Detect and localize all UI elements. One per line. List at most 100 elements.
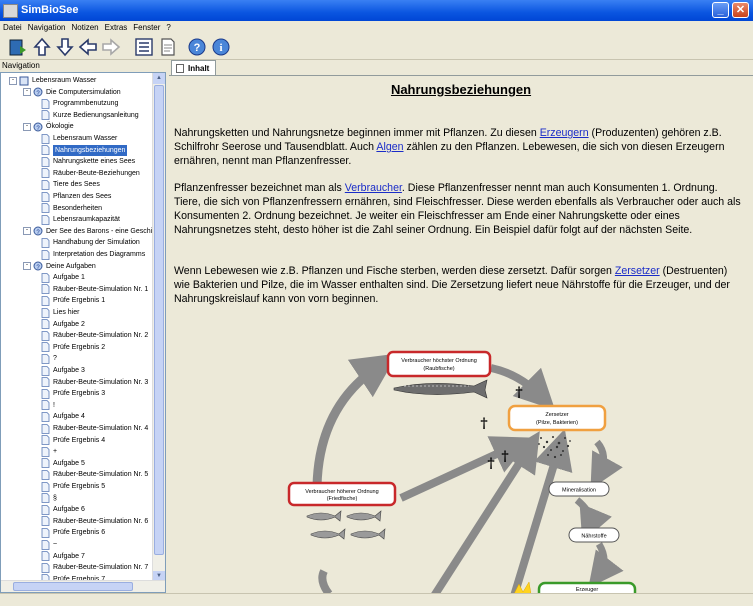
expander-icon[interactable]: - — [23, 262, 31, 271]
tree-item[interactable]: Tiere des Sees — [41, 179, 100, 190]
box-top-line1: Verbraucher höchster Ordnung — [401, 358, 477, 364]
tree-item-label: Räuber-Beute-Simulation Nr. 4 — [53, 425, 149, 432]
expander-icon[interactable]: - — [9, 76, 17, 85]
tree-item[interactable]: -? Ökologie — [23, 121, 74, 132]
info-icon[interactable]: i — [211, 37, 231, 57]
tree-item[interactable]: Räuber-Beute-Simulation Nr. 1 — [41, 284, 148, 295]
tree-item[interactable]: + — [41, 446, 57, 457]
tree-item[interactable]: Aufgabe 1 — [41, 272, 85, 283]
arrow-up-icon[interactable] — [32, 37, 52, 57]
tree-item[interactable]: Prüfe Ergebnis 1 — [41, 295, 105, 306]
minimize-button[interactable]: _ — [712, 2, 729, 18]
tree-item[interactable]: -? Deine Aufgaben — [23, 261, 96, 272]
arrow-left-icon[interactable] — [78, 37, 98, 57]
tree-item[interactable]: Pflanzen des Sees — [41, 191, 111, 202]
tree-item[interactable]: Prüfe Ergebnis 2 — [41, 342, 105, 353]
expander-icon[interactable]: - — [23, 122, 31, 131]
hscroll-thumb[interactable] — [13, 582, 133, 591]
page-icon — [41, 446, 50, 457]
tree-item[interactable]: Lebensraumkapazität — [41, 214, 120, 225]
page-icon — [41, 168, 50, 179]
tree-item[interactable]: Interpretation des Diagramms — [41, 249, 145, 260]
tree-item[interactable]: - Lebensraum Wasser — [9, 75, 96, 86]
tree-item-label: ! — [53, 401, 55, 409]
tree-item[interactable]: Nahrungsbeziehungen — [41, 144, 128, 156]
page-icon — [41, 458, 50, 469]
horizontal-scrollbar[interactable] — [1, 580, 165, 592]
tree-item[interactable]: ? — [41, 353, 57, 364]
tree-item[interactable]: Programmbenutzung — [41, 98, 118, 109]
tab-label: Inhalt — [188, 64, 210, 73]
tab-bar: Inhalt — [169, 60, 753, 76]
tree-item[interactable]: -? Die Computersimulation — [23, 87, 121, 98]
arrow-naehr-to-erzeuger — [588, 542, 624, 588]
book-icon[interactable] — [8, 37, 28, 57]
arrow-erzeuger-to-zersetzer — [430, 431, 540, 594]
menu-navigation[interactable]: Navigation — [25, 21, 69, 35]
tree-item[interactable]: Nahrungskette eines Sees — [41, 156, 135, 167]
menu-datei[interactable]: Datei — [0, 21, 25, 35]
arrow-down-icon[interactable] — [55, 37, 75, 57]
menu-fenster[interactable]: Fenster — [130, 21, 163, 35]
menu-extras[interactable]: Extras — [102, 21, 131, 35]
page-icon — [41, 249, 50, 260]
tab-inhalt[interactable]: Inhalt — [171, 60, 217, 76]
tree-item[interactable]: Aufgabe 4 — [41, 411, 85, 422]
list-icon[interactable] — [134, 37, 154, 57]
help-icon[interactable]: ? — [187, 37, 207, 57]
tree-item[interactable]: Räuber-Beute-Simulation Nr. 7 — [41, 562, 148, 573]
page-icon — [41, 562, 50, 573]
page-icon[interactable] — [158, 37, 178, 57]
tree-item-label: Räuber-Beute-Simulation Nr. 2 — [53, 332, 149, 340]
menu-notizen[interactable]: Notizen — [69, 21, 102, 35]
tree-item-label: Lebensraumkapazität — [53, 216, 120, 224]
arrow-zersetzer-to-mineral — [590, 439, 623, 490]
tree-item-label: Prüfe Ergebnis 3 — [53, 390, 106, 398]
tree-item[interactable]: Räuber-Beute-Simulation Nr. 2 — [41, 330, 148, 341]
expander-icon[interactable]: - — [23, 88, 31, 97]
tree-item[interactable]: ~ — [41, 539, 57, 550]
vertical-scrollbar[interactable]: ▲ ▼ — [152, 73, 165, 582]
tree-item[interactable]: Räuber-Beute-Simulation Nr. 5 — [41, 469, 148, 480]
tree-item[interactable]: Räuber-Beute-Simulation Nr. 4 — [41, 423, 148, 434]
window-title: SimBioSee — [21, 4, 79, 16]
tree-item[interactable]: Aufgabe 6 — [41, 504, 85, 515]
tree-item[interactable]: Besonderheiten — [41, 203, 102, 214]
tree-item[interactable]: Kurze Bedienungsanleitung — [41, 110, 139, 121]
page-icon — [41, 504, 50, 515]
tree-item[interactable]: Aufgabe 3 — [41, 365, 85, 376]
scroll-thumb[interactable] — [154, 85, 164, 555]
tree-item[interactable]: Räuber-Beute-Simulation Nr. 6 — [41, 516, 148, 527]
tree-item[interactable]: Räuber-Beute-Beziehungen — [41, 168, 140, 179]
tree-item-label: ? — [53, 355, 57, 363]
navigation-header: Navigation — [0, 60, 168, 72]
tree-item[interactable]: § — [41, 493, 57, 504]
help-book-icon: ? — [33, 226, 43, 236]
tree-item[interactable]: Räuber-Beute-Simulation Nr. 3 — [41, 377, 148, 388]
box-mid-line2: (Friedfische) — [327, 496, 358, 502]
tree-item[interactable]: Prüfe Ergebnis 6 — [41, 527, 105, 538]
tree-item[interactable]: Lies hier — [41, 307, 79, 318]
tree-item[interactable]: ! — [41, 400, 55, 411]
close-button[interactable]: ✕ — [732, 2, 749, 18]
page-icon — [41, 214, 50, 225]
tree-item[interactable]: Lebensraum Wasser — [41, 133, 117, 144]
tree-item[interactable]: Handhabung der Simulation — [41, 237, 140, 248]
tree-item[interactable]: Prüfe Ergebnis 5 — [41, 481, 105, 492]
tree-item[interactable]: Prüfe Ergebnis 3 — [41, 388, 105, 399]
menu-help[interactable]: ? — [163, 21, 173, 35]
page-icon — [41, 330, 50, 341]
page-icon — [41, 179, 50, 190]
arrow-right-icon[interactable] — [101, 37, 121, 57]
tree-item[interactable]: Aufgabe 7 — [41, 551, 85, 562]
tree-item[interactable]: Aufgabe 5 — [41, 458, 85, 469]
tree-item-label: Prüfe Ergebnis 5 — [53, 483, 106, 490]
page-icon — [41, 551, 50, 561]
scroll-up-arrow[interactable]: ▲ — [153, 73, 165, 84]
tree-item[interactable]: -? Der See des Barons - eine Geschich — [23, 226, 153, 237]
expander-icon[interactable]: - — [23, 227, 31, 236]
tree-item[interactable]: Prüfe Ergebnis 4 — [41, 435, 105, 446]
tree-item[interactable]: Aufgabe 2 — [41, 319, 85, 330]
box-top-line2: (Raubfische) — [423, 366, 454, 372]
page-icon — [41, 411, 50, 422]
